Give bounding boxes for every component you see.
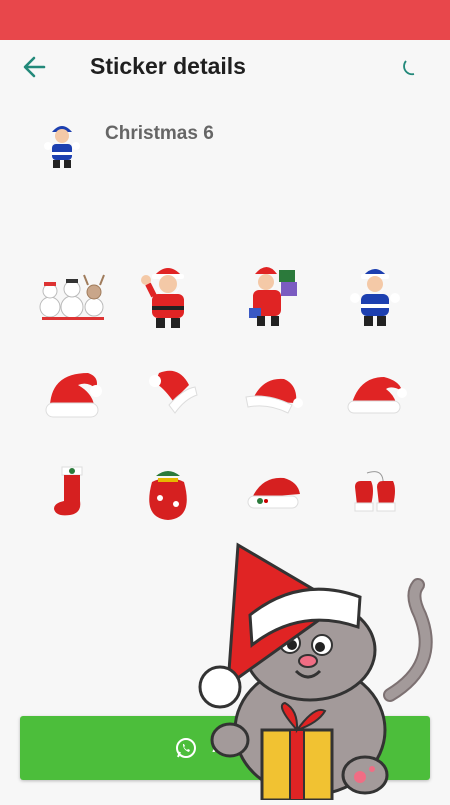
christmas-stocking-sticker[interactable]	[33, 453, 113, 533]
add-button-label: ADD TO	[211, 739, 277, 756]
sticker-pack-header: Christmas 6	[0, 112, 450, 172]
whatsapp-icon	[174, 736, 198, 760]
santa-hat-tilted-sticker[interactable]	[128, 353, 208, 433]
loading-spinner-icon	[402, 58, 420, 76]
back-arrow-icon[interactable]	[18, 52, 52, 82]
add-to-whatsapp-button[interactable]: ADD TO	[20, 716, 430, 780]
mittens-sticker[interactable]	[335, 453, 415, 533]
snowmen-reindeer-sticker[interactable]	[33, 255, 113, 335]
app-bar: Sticker details	[0, 40, 450, 96]
gift-sack-sticker[interactable]	[128, 453, 208, 533]
santa-hat-sticker[interactable]	[33, 353, 113, 433]
status-bar	[0, 0, 450, 40]
santa-hat-sticker[interactable]	[233, 353, 313, 433]
santa-gifts-sticker[interactable]	[233, 255, 313, 335]
santa-hat-holly-sticker[interactable]	[233, 453, 313, 533]
pack-name: Christmas 6	[105, 123, 214, 144]
santa-hat-sticker[interactable]	[335, 353, 415, 433]
page-title: Sticker details	[90, 53, 246, 79]
santa-waving-sticker[interactable]	[128, 255, 208, 335]
pack-tray-icon	[40, 120, 84, 170]
blue-santa-sticker[interactable]	[335, 255, 415, 335]
